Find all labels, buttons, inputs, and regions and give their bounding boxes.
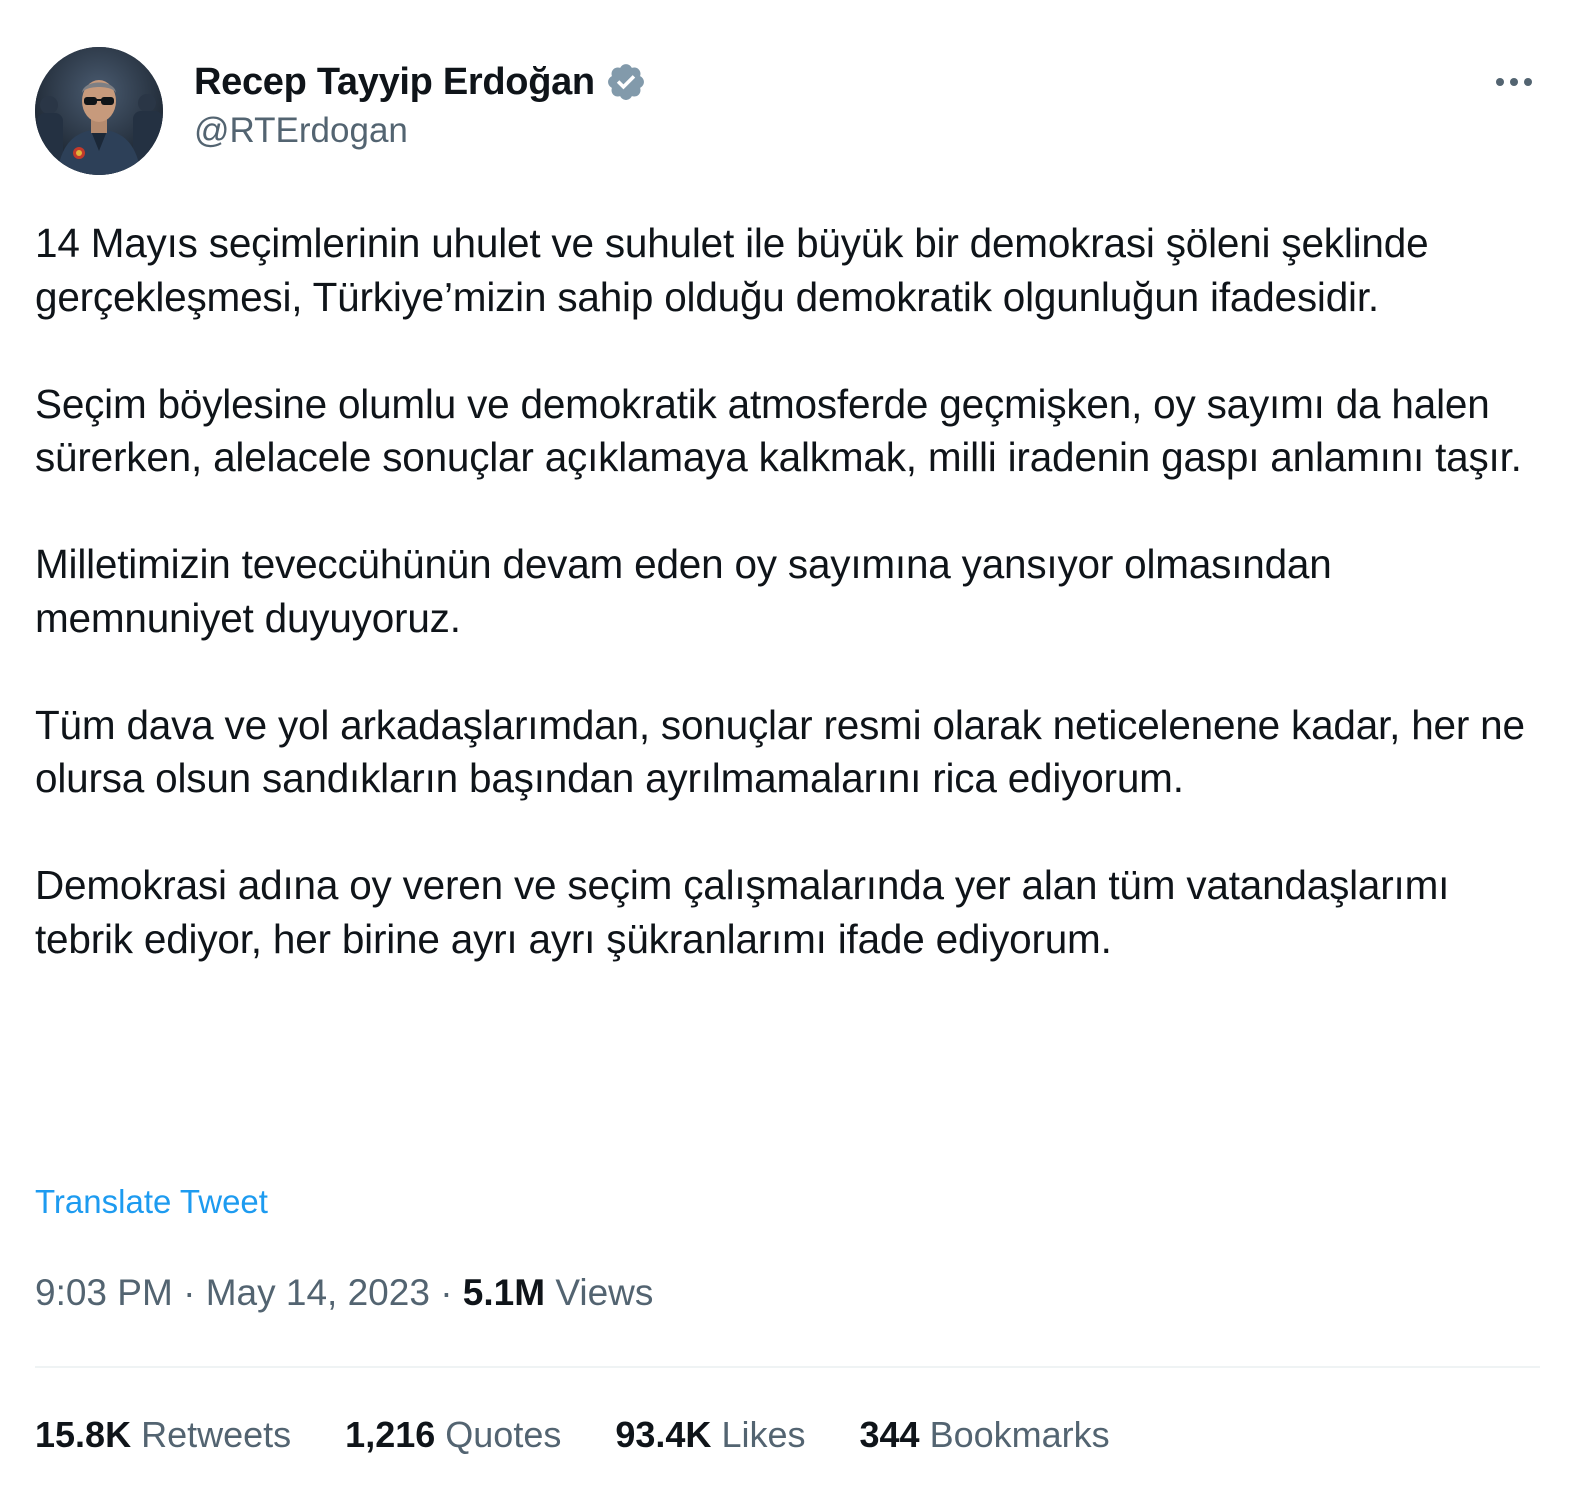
tweet-paragraph: Demokrasi adına oy veren ve seçim çalışm… bbox=[35, 862, 1450, 962]
tweet-card: Recep Tayyip Erdoğan @RTErdogan 14 Mayıs… bbox=[0, 0, 1574, 1508]
retweets-stat[interactable]: 15.8K Retweets bbox=[35, 1414, 291, 1456]
quotes-label: Quotes bbox=[445, 1414, 562, 1455]
tweet-paragraph: Milletimizin teveccühünün devam eden oy … bbox=[35, 541, 1332, 641]
translate-tweet-link[interactable]: Translate Tweet bbox=[35, 1183, 268, 1221]
views-label: Views bbox=[555, 1272, 654, 1313]
bookmarks-stat[interactable]: 344 Bookmarks bbox=[860, 1414, 1110, 1456]
tweet-date[interactable]: May 14, 2023 bbox=[206, 1272, 430, 1313]
engagement-stats: 15.8K Retweets 1,216 Quotes 93.4K Likes … bbox=[35, 1414, 1164, 1456]
author-display-name[interactable]: Recep Tayyip Erdoğan bbox=[194, 61, 595, 104]
quotes-stat[interactable]: 1,216 Quotes bbox=[345, 1414, 561, 1456]
likes-stat[interactable]: 93.4K Likes bbox=[615, 1414, 805, 1456]
views-count: 5.1M bbox=[462, 1272, 546, 1313]
tweet-paragraph: Tüm dava ve yol arkadaşlarımdan, sonuçla… bbox=[35, 701, 1525, 802]
avatar-photo bbox=[35, 47, 163, 175]
meta-separator: · bbox=[183, 1272, 196, 1313]
verified-badge-icon[interactable] bbox=[605, 61, 647, 103]
bookmarks-count: 344 bbox=[859, 1414, 920, 1455]
tweet-paragraph: 14 Mayıs seçimlerinin uhulet ve suhulet … bbox=[35, 220, 1429, 320]
tweet-meta: 9:03 PM · May 14, 2023 · 5.1M Views bbox=[35, 1272, 653, 1314]
quotes-count: 1,216 bbox=[345, 1414, 436, 1455]
bookmarks-label: Bookmarks bbox=[929, 1414, 1110, 1455]
retweets-label: Retweets bbox=[141, 1414, 292, 1455]
avatar[interactable] bbox=[35, 47, 163, 175]
author-name-row: Recep Tayyip Erdoğan bbox=[194, 57, 647, 107]
author-handle[interactable]: @RTErdogan bbox=[194, 111, 408, 151]
likes-count: 93.4K bbox=[615, 1414, 712, 1455]
retweets-count: 15.8K bbox=[35, 1414, 132, 1455]
divider bbox=[35, 1366, 1540, 1368]
tweet-paragraph: Seçim böylesine olumlu ve demokratik atm… bbox=[35, 380, 1522, 481]
likes-label: Likes bbox=[721, 1414, 806, 1455]
tweet-time[interactable]: 9:03 PM bbox=[35, 1272, 173, 1313]
meta-separator: · bbox=[440, 1272, 453, 1313]
more-options-icon[interactable] bbox=[1492, 66, 1536, 98]
tweet-text: 14 Mayıs seçimlerinin uhulet ve suhulet … bbox=[35, 217, 1550, 966]
